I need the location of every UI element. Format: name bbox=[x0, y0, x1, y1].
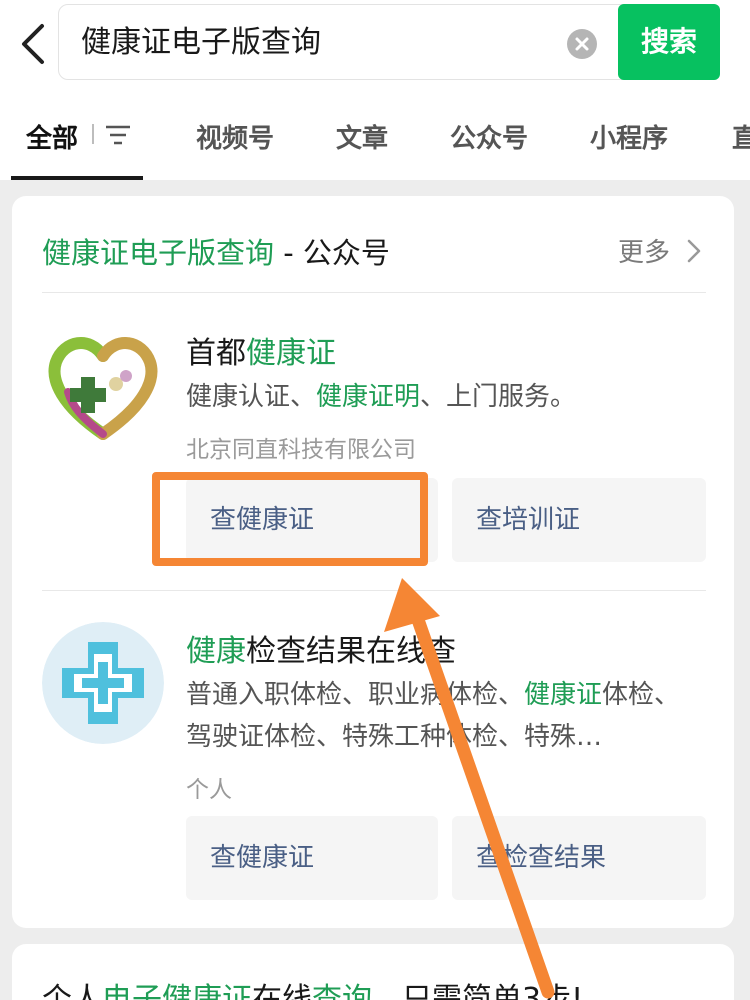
active-tab-indicator bbox=[11, 176, 143, 180]
highlight-annotation bbox=[152, 472, 428, 566]
tab-all[interactable]: 全部 bbox=[26, 118, 78, 155]
account-description: 普通入职体检、职业病体检、健康证体检、驾驶证体检、特殊工种体检、特殊… bbox=[186, 680, 681, 752]
tab-separator bbox=[92, 124, 94, 144]
chevron-right-icon[interactable] bbox=[686, 238, 702, 264]
health-heart-logo-icon bbox=[42, 326, 164, 448]
article-title[interactable]: 个人电子健康证在线查询，只需简单3步! bbox=[42, 974, 583, 1000]
tab-more[interactable]: 直 bbox=[732, 118, 750, 155]
category-tabs: 全部 视频号 文章 公众号 小程序 直 bbox=[0, 92, 750, 180]
article-result-card[interactable]: 个人电子健康证在线查询，只需简单3步! bbox=[12, 944, 734, 1000]
divider bbox=[42, 292, 706, 293]
medical-cross-logo-icon bbox=[42, 622, 164, 744]
tab-channels[interactable]: 视频号 bbox=[196, 118, 274, 155]
search-button[interactable]: 搜索 bbox=[618, 4, 720, 80]
clear-search-icon[interactable] bbox=[567, 29, 597, 59]
service-check-training-cert-button[interactable]: 查培训证 bbox=[452, 478, 706, 562]
search-box bbox=[58, 4, 628, 81]
account-description: 健康认证、健康证明、上门服务。 bbox=[186, 382, 577, 412]
tab-articles[interactable]: 文章 bbox=[336, 118, 388, 155]
tab-mini-programs[interactable]: 小程序 bbox=[590, 118, 668, 155]
more-link[interactable]: 更多 bbox=[618, 232, 670, 269]
account-owner: 个人 bbox=[186, 777, 232, 803]
account-name[interactable]: 首都健康证 bbox=[186, 328, 336, 372]
search-header: 搜索 bbox=[0, 0, 750, 92]
service-check-health-cert-button[interactable]: 查健康证 bbox=[186, 816, 438, 900]
filter-icon[interactable] bbox=[104, 124, 132, 146]
back-arrow-icon[interactable] bbox=[14, 22, 54, 66]
account-name[interactable]: 健康检查结果在线查 bbox=[186, 626, 456, 670]
service-check-results-button[interactable]: 查检查结果 bbox=[452, 816, 706, 900]
section-title: 健康证电子版查询 - 公众号 bbox=[42, 236, 390, 270]
divider bbox=[42, 590, 706, 591]
avatar[interactable] bbox=[42, 326, 164, 448]
account-owner: 北京同直科技有限公司 bbox=[186, 437, 416, 463]
tab-official-accounts[interactable]: 公众号 bbox=[450, 118, 528, 155]
avatar[interactable] bbox=[42, 622, 164, 744]
search-input[interactable] bbox=[81, 5, 541, 81]
